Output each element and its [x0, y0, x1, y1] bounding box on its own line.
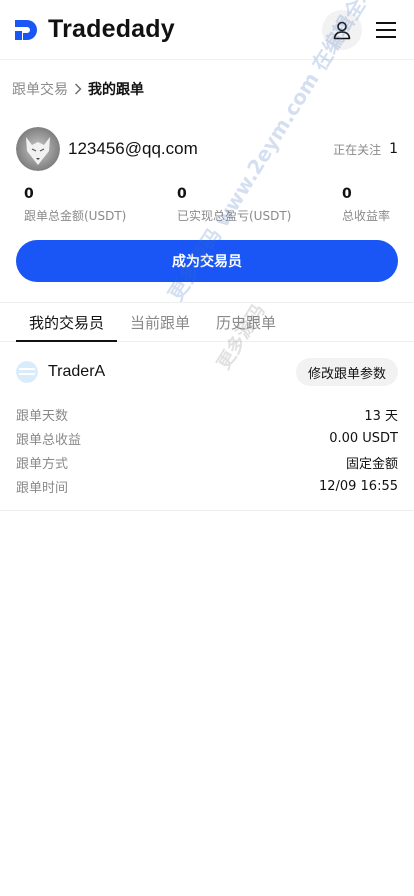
- detail-row: 跟单天数 13 天: [16, 402, 398, 426]
- stats-row: 0 跟单总金额(USDT) 0 已实现总盈亏(USDT) 0 总收益率: [0, 184, 414, 224]
- detail-label: 跟单总收益: [16, 432, 82, 448]
- profile-row: 123456@qq.com 正在关注 1: [0, 124, 414, 174]
- stat-value: 0: [177, 186, 187, 202]
- detail-label: 跟单时间: [16, 480, 69, 496]
- profile-info: 123456@qq.com: [16, 127, 198, 171]
- stat-total-amount: 0 跟单总金额(USDT): [16, 184, 169, 224]
- user-icon: [333, 21, 351, 39]
- menu-button[interactable]: [374, 18, 398, 42]
- user-email: 123456@qq.com: [68, 139, 198, 158]
- tab-current-copy[interactable]: 当前跟单: [117, 303, 203, 341]
- breadcrumb-parent-link[interactable]: 跟单交易: [12, 79, 68, 99]
- stat-value: 0: [24, 186, 34, 202]
- detail-value: 0.00 USDT: [329, 430, 398, 446]
- detail-label: 跟单方式: [16, 456, 69, 472]
- page: Tradedady 跟单交易 我的跟单 123456@qq.com 正在关注 1…: [0, 0, 414, 896]
- trader-identity[interactable]: TraderA: [16, 361, 105, 383]
- user-button[interactable]: [322, 9, 362, 50]
- detail-row: 跟单时间 12/09 16:55: [16, 474, 398, 498]
- stat-value: 0: [342, 186, 352, 202]
- edit-copy-params-button[interactable]: 修改跟单参数: [295, 358, 398, 386]
- avatar[interactable]: [16, 127, 60, 171]
- tradedady-logo-icon: [15, 19, 37, 40]
- trader-card: TraderA 修改跟单参数 跟单天数 13 天 跟单总收益 0.00 USDT…: [0, 342, 414, 511]
- stat-realized-pnl: 0 已实现总盈亏(USDT): [169, 184, 334, 224]
- detail-row: 跟单总收益 0.00 USDT: [16, 426, 398, 450]
- tab-my-traders[interactable]: 我的交易员: [16, 303, 118, 342]
- detail-label: 跟单天数: [16, 408, 69, 424]
- trader-details: 跟单天数 13 天 跟单总收益 0.00 USDT 跟单方式 固定金额 跟单时间…: [16, 402, 398, 510]
- tab-bar: 我的交易员 当前跟单 历史跟单: [0, 303, 414, 342]
- brand-name: Tradedady: [48, 15, 175, 43]
- become-trader-button[interactable]: 成为交易员: [16, 240, 398, 282]
- trader-name: TraderA: [48, 363, 106, 380]
- following-info[interactable]: 正在关注 1: [333, 141, 398, 158]
- header-actions: [322, 9, 398, 50]
- trader-header: TraderA 修改跟单参数: [16, 342, 398, 402]
- detail-value: 12/09 16:55: [318, 478, 398, 494]
- stat-label: 跟单总金额(USDT): [24, 209, 127, 223]
- hamburger-menu-icon: [376, 21, 396, 38]
- top-header: Tradedady: [0, 0, 414, 60]
- wolf-avatar-icon: [16, 127, 60, 171]
- following-label: 正在关注: [333, 142, 382, 157]
- detail-value: 13 天: [364, 408, 398, 424]
- stat-label: 总收益率: [342, 209, 391, 223]
- stat-label: 已实现总盈亏(USDT): [177, 209, 292, 223]
- detail-value: 固定金额: [345, 456, 398, 472]
- stat-total-return: 0 总收益率: [334, 184, 398, 224]
- detail-row: 跟单方式 固定金额: [16, 450, 398, 474]
- tab-history-copy[interactable]: 历史跟单: [203, 303, 289, 341]
- breadcrumb: 跟单交易 我的跟单: [0, 60, 414, 118]
- following-count: 1: [389, 141, 398, 157]
- chevron-right-icon: [74, 83, 82, 95]
- breadcrumb-current: 我的跟单: [88, 82, 144, 98]
- brand[interactable]: Tradedady: [14, 15, 175, 44]
- trader-avatar-icon: [16, 361, 38, 383]
